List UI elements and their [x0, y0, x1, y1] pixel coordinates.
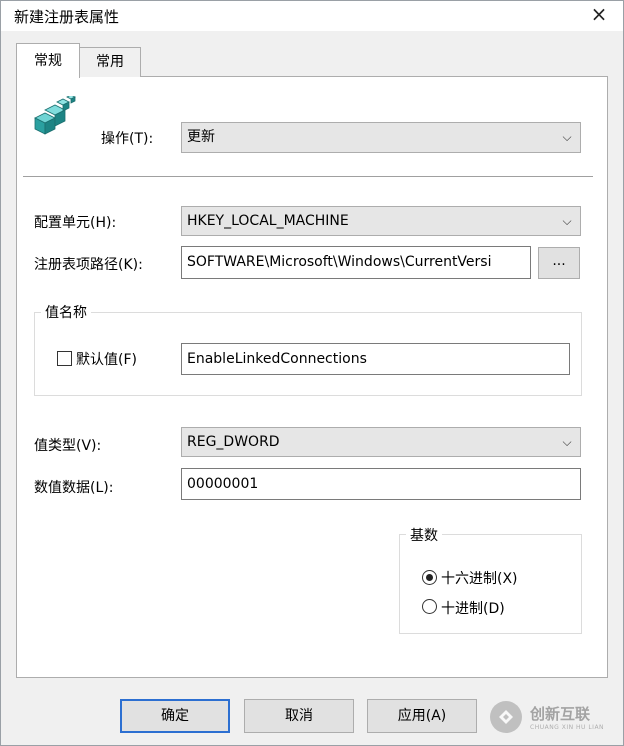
- value-type-dropdown[interactable]: REG_DWORD ⌵: [181, 427, 581, 457]
- default-value-label: 默认值(F): [76, 352, 137, 368]
- radio-decimal[interactable]: [422, 599, 437, 614]
- radio-decimal-label: 十进制(D): [441, 601, 505, 617]
- chevron-down-icon: ⌵: [562, 214, 572, 228]
- registry-properties-dialog: 新建注册表属性 × 常规 常用 操作(T): 更新 ⌵ 配置单元(H): HKE…: [0, 0, 624, 746]
- action-value: 更新: [187, 129, 215, 145]
- action-label: 操作(T):: [101, 131, 154, 147]
- ok-button[interactable]: 确定: [120, 699, 230, 733]
- window-title: 新建注册表属性: [14, 8, 120, 26]
- radio-selected-dot: [426, 574, 433, 581]
- action-dropdown[interactable]: 更新 ⌵: [181, 122, 581, 153]
- close-button[interactable]: ×: [579, 1, 619, 29]
- hive-dropdown[interactable]: HKEY_LOCAL_MACHINE ⌵: [181, 206, 581, 236]
- browse-button[interactable]: ...: [538, 247, 580, 279]
- key-path-field[interactable]: SOFTWARE\Microsoft\Windows\CurrentVersi: [181, 246, 531, 279]
- cancel-button[interactable]: 取消: [244, 699, 354, 733]
- key-path-label: 注册表项路径(K):: [34, 257, 143, 273]
- watermark-subtext: CHUANG XIN HU LIAN: [530, 724, 605, 731]
- watermark-logo-icon: [490, 701, 522, 733]
- watermark: 创新互联 CHUANG XIN HU LIAN: [488, 699, 618, 739]
- apply-button[interactable]: 应用(A): [367, 699, 477, 733]
- radio-hex-label: 十六进制(X): [441, 571, 518, 587]
- title-bar: 新建注册表属性 ×: [1, 1, 623, 31]
- value-data-field[interactable]: 00000001: [181, 468, 581, 500]
- registry-icon: [34, 96, 76, 135]
- value-data-text: 00000001: [187, 476, 259, 492]
- hive-value: HKEY_LOCAL_MACHINE: [187, 213, 349, 229]
- value-data-label: 数值数据(L):: [34, 480, 114, 496]
- value-name-text: EnableLinkedConnections: [187, 351, 367, 367]
- value-name-group-title: 值名称: [41, 302, 91, 322]
- value-type-value: REG_DWORD: [187, 434, 280, 450]
- separator: [23, 176, 593, 177]
- radio-hex[interactable]: [422, 570, 437, 585]
- tab-general[interactable]: 常规: [16, 43, 80, 78]
- key-path-value: SOFTWARE\Microsoft\Windows\CurrentVersi: [187, 254, 492, 270]
- hive-label: 配置单元(H):: [34, 215, 117, 231]
- base-group-title: 基数: [406, 525, 442, 545]
- default-value-checkbox[interactable]: [57, 351, 72, 366]
- chevron-down-icon: ⌵: [562, 130, 572, 144]
- value-name-field[interactable]: EnableLinkedConnections: [181, 343, 570, 375]
- tab-common[interactable]: 常用: [79, 47, 141, 77]
- value-type-label: 值类型(V):: [34, 438, 102, 454]
- watermark-text: 创新互联: [530, 705, 591, 723]
- chevron-down-icon: ⌵: [562, 435, 572, 449]
